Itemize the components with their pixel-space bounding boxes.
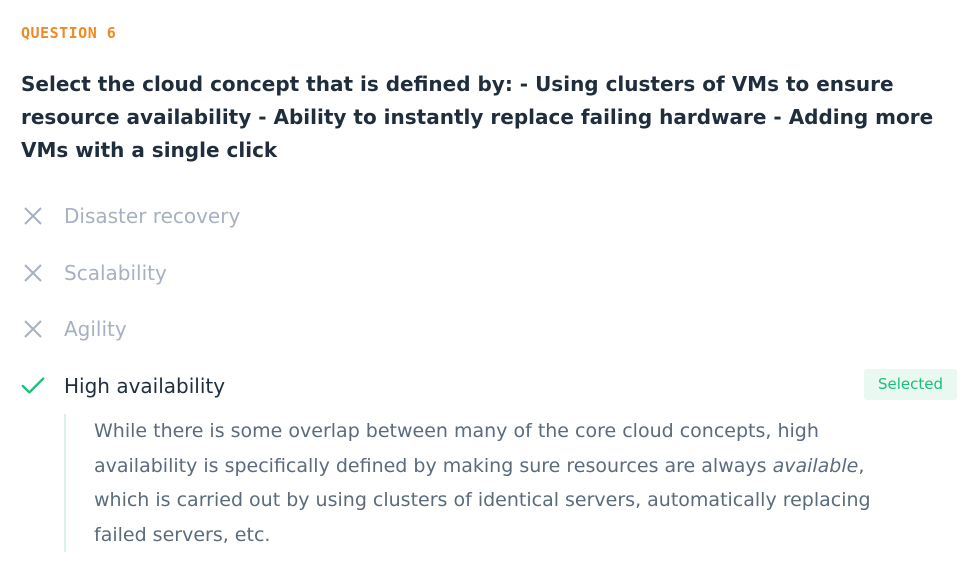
- selected-badge: Selected: [863, 369, 957, 400]
- option-agility[interactable]: Agility: [21, 313, 127, 345]
- explanation-before: While there is some overlap between many…: [94, 420, 819, 477]
- explanation-text: While there is some overlap between many…: [64, 414, 884, 552]
- option-label: Scalability: [64, 261, 167, 285]
- question-number-label: QUESTION 6: [21, 24, 117, 42]
- option-label: Disaster recovery: [64, 204, 241, 228]
- option-label: High availability: [64, 374, 226, 398]
- explanation-emphasis: available: [772, 454, 859, 477]
- x-icon: [21, 204, 45, 228]
- question-text: Select the cloud concept that is defined…: [21, 72, 934, 162]
- check-icon: [21, 374, 45, 398]
- option-high-availability[interactable]: High availability: [21, 370, 225, 402]
- option-label: Agility: [64, 317, 127, 341]
- option-disaster-recovery[interactable]: Disaster recovery: [21, 200, 240, 232]
- x-icon: [21, 261, 45, 285]
- option-scalability[interactable]: Scalability: [21, 257, 167, 289]
- x-icon: [21, 317, 45, 341]
